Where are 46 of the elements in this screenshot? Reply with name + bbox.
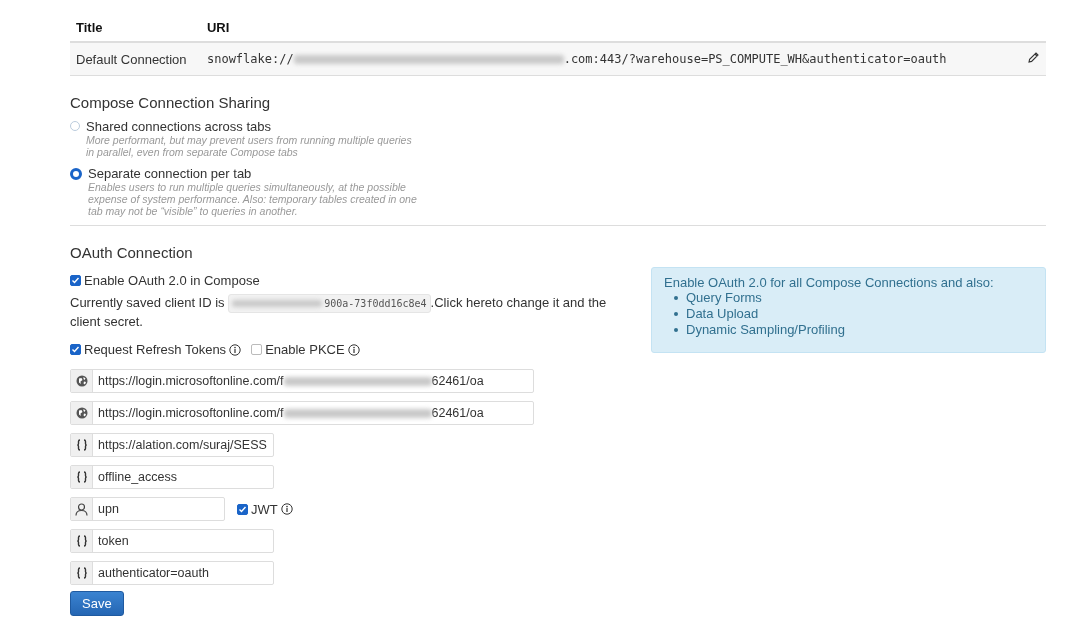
edit-icon[interactable] xyxy=(1027,51,1040,64)
option-description: More performant, but may prevent users from running multiple queries in parallel, even from separate Compose tabs xyxy=(86,134,413,158)
checkbox[interactable] xyxy=(251,344,263,355)
checkbox[interactable] xyxy=(237,503,248,515)
input-field[interactable]: https://login.microsoftonline.com/f 62461/oa xyxy=(70,369,534,393)
info-link[interactable]: Data Upload xyxy=(686,306,759,322)
table-cell: Default Connection xyxy=(70,42,201,76)
input-field[interactable]: token xyxy=(70,529,274,553)
section-heading: OAuth Connection xyxy=(70,244,194,261)
input-field[interactable]: upn xyxy=(70,497,225,521)
input-field[interactable]: offline_access xyxy=(70,465,274,489)
info-icon[interactable] xyxy=(347,343,360,356)
checkbox-label: Enable OAuth 2.0 in Compose xyxy=(84,273,260,288)
input-field[interactable]: https://login.microsoftonline.com/f 62461/oa xyxy=(70,401,534,425)
input-field[interactable]: https://alation.com/suraj/SESS xyxy=(70,433,274,457)
checkbox[interactable] xyxy=(70,275,81,286)
info-link[interactable]: Query Forms xyxy=(686,290,762,306)
uri-text: snowflake:// .com:443/?warehouse=PS_COMPUTE_WH&authenticator=oauth xyxy=(206,52,948,66)
option-description: Enables users to run multiple queries simultaneously, at the possible expense of system performance. Also: temporary tables created in one tab may not be “visible” to queries in another. xyxy=(88,181,418,217)
braces-icon xyxy=(75,535,88,547)
radio-button[interactable] xyxy=(70,168,82,180)
braces-icon xyxy=(75,567,88,579)
info-title: Enable OAuth 2.0 for all Compose Connections and also: xyxy=(664,275,995,290)
checkbox[interactable] xyxy=(70,344,81,355)
change-link[interactable]: Click here xyxy=(434,295,493,310)
checkbox-label: Request Refresh Tokens xyxy=(84,342,227,357)
info-icon[interactable] xyxy=(229,343,242,356)
checkbox-label: JWT xyxy=(251,501,278,517)
input-field[interactable]: authenticator=oauth xyxy=(70,561,274,585)
bullet-icon xyxy=(674,312,678,316)
braces-icon xyxy=(75,439,88,451)
bullet-icon xyxy=(674,296,678,300)
section-heading: Compose Connection Sharing xyxy=(70,94,272,111)
bullet-icon xyxy=(674,328,678,332)
checkbox-label: Enable PKCE xyxy=(265,342,345,357)
info-link[interactable]: Dynamic Sampling/Profiling xyxy=(686,322,845,338)
globe-icon xyxy=(75,375,88,387)
client-id-text: Currently saved client ID is 900a-73f0dd16c8e4 .Click hereto change it and the client secret. xyxy=(70,294,608,330)
braces-icon xyxy=(75,471,88,483)
save-button[interactable]: Save xyxy=(70,591,124,616)
user-icon xyxy=(75,502,88,516)
client-id-code: 900a-73f0dd16c8e4 xyxy=(228,294,431,313)
option-label: Shared connections across tabs xyxy=(86,119,272,134)
globe-icon xyxy=(75,407,88,419)
info-icon[interactable] xyxy=(280,503,293,515)
option-label: Separate connection per tab xyxy=(88,166,253,181)
